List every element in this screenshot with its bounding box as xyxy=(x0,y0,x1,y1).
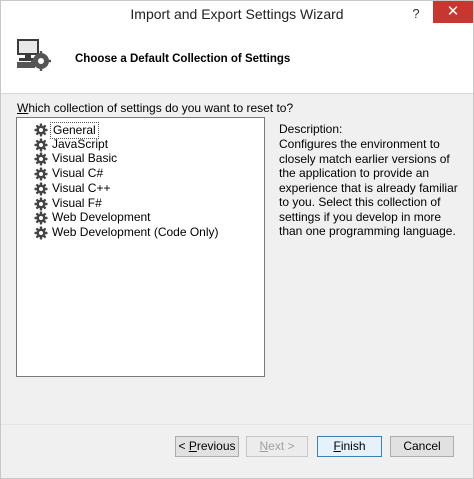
wizard-header: Choose a Default Collection of Settings xyxy=(1,27,473,94)
wizard-window: Import and Export Settings Wizard ? ✕ Ch… xyxy=(0,0,474,479)
previous-prefix: < xyxy=(178,439,189,453)
list-item-label: Visual Basic xyxy=(52,151,118,166)
gear-icon xyxy=(34,182,48,196)
prompt-text: hich collection of settings do you want … xyxy=(28,101,294,115)
help-button[interactable]: ? xyxy=(403,1,429,27)
gear-icon xyxy=(34,211,48,225)
next-button[interactable]: Next > xyxy=(246,436,308,457)
description-title: Description: xyxy=(279,122,343,136)
list-item-label: Visual F# xyxy=(52,195,102,210)
gear-icon xyxy=(34,123,48,137)
previous-label: revious xyxy=(196,439,236,453)
list-item-label: Visual C++ xyxy=(52,180,111,195)
page-title: Choose a Default Collection of Settings xyxy=(75,53,291,65)
collection-list[interactable]: General JavaScript Visual Basic Visual C# Vi… xyxy=(16,117,265,377)
close-button[interactable]: ✕ xyxy=(433,1,473,23)
title-bar: Import and Export Settings Wizard ? ✕ xyxy=(1,1,473,27)
gear-icon xyxy=(34,167,48,181)
finish-label: inish xyxy=(340,439,366,453)
prompt-access-key: W xyxy=(17,101,29,115)
previous-access-key: P xyxy=(188,439,197,453)
gear-icon xyxy=(34,152,48,166)
cancel-label: Cancel xyxy=(403,439,441,453)
list-item-label: Web Development xyxy=(52,210,151,225)
list-item-label: Web Development (Code Only) xyxy=(52,224,219,239)
list-item-label: JavaScript xyxy=(52,136,109,151)
list-item-label: Visual C# xyxy=(52,166,104,181)
settings-wizard-icon xyxy=(17,39,51,71)
footer-divider xyxy=(1,424,473,425)
finish-button[interactable]: Finish xyxy=(317,436,382,457)
gear-icon xyxy=(34,197,48,211)
next-access-key: N xyxy=(259,439,269,453)
previous-button[interactable]: < Previous xyxy=(175,436,239,457)
gear-icon xyxy=(34,226,48,240)
description-text: Configures the environment to closely ma… xyxy=(279,137,458,238)
collection-prompt: Which collection of settings do you want… xyxy=(17,101,293,115)
finish-access-key: F xyxy=(333,439,341,453)
next-label: ext > xyxy=(268,439,295,453)
cancel-button[interactable]: Cancel xyxy=(390,436,454,457)
gear-icon xyxy=(34,138,48,152)
